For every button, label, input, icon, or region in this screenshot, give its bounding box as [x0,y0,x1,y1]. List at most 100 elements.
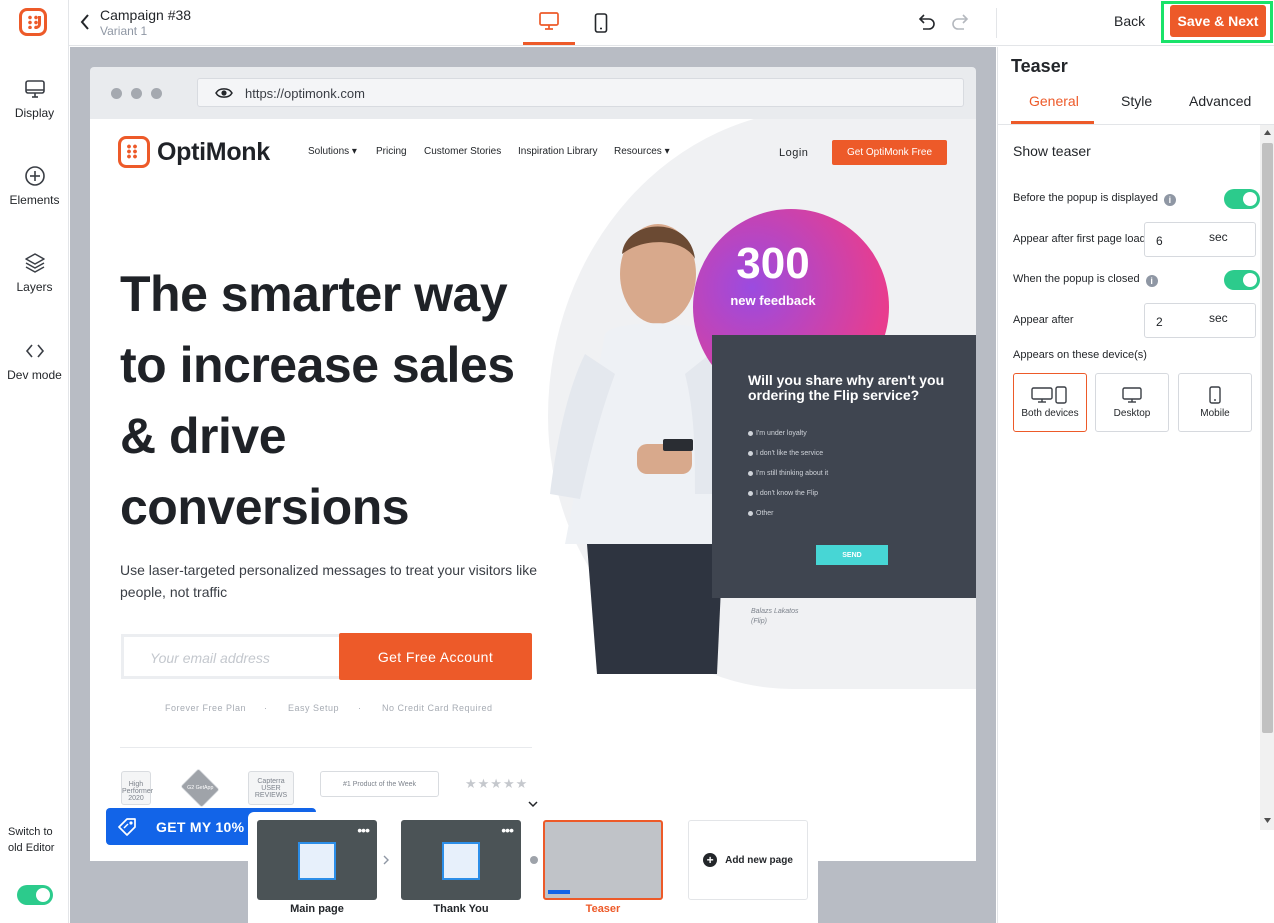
campaign-variant: Variant 1 [100,24,148,38]
optimonk-site-logo-icon[interactable] [118,136,150,168]
get-optimonk-free-button[interactable]: Get OptiMonk Free [832,140,947,165]
code-icon [25,344,44,358]
browser-bar: https://optimonk.com [90,67,976,119]
badge-capterra: Capterra USER REVIEWS [248,771,294,805]
panel-title: Teaser [1011,56,1068,76]
scroll-up-icon[interactable] [1264,130,1271,135]
survey-option: Other [748,510,774,517]
when-closed-row: When the popup is closed i [1013,273,1158,287]
device-desktop-label: Desktop [1113,408,1151,419]
page-preview-image [442,842,480,880]
tab-advanced[interactable]: Advanced [1189,93,1251,109]
add-new-page-button[interactable]: + Add new page [688,820,808,900]
nav-solutions[interactable]: Solutions ▾ [308,146,357,157]
appear-after-load-value: 6 [1156,234,1163,248]
add-new-page-label: Add new page [725,854,793,866]
redo-icon[interactable] [951,13,969,31]
devices-label: Appears on these device(s) [1013,349,1147,361]
desktop-view-tab[interactable] [523,0,575,45]
info-icon[interactable]: i [1145,275,1158,287]
feature-no-credit-card: No Credit Card Required [382,703,493,713]
page-label-teaser: Teaser [585,903,621,915]
when-closed-label: When the popup is closed [1013,273,1140,285]
when-closed-toggle[interactable] [1224,270,1260,290]
scrollbar-thumb[interactable] [1262,143,1273,733]
nav-inspiration-library[interactable]: Inspiration Library [518,146,597,157]
appear-after-load-unit: sec [1209,230,1228,244]
window-dot-3 [151,88,162,99]
rail-layers[interactable]: Layers [0,252,69,294]
teaser-preview-mark [548,890,570,894]
device-both-option[interactable]: Both devices [1013,373,1087,432]
feature-separator-2: · [358,703,362,713]
save-next-button[interactable]: Save & Next [1170,5,1266,37]
back-button[interactable]: Back [1114,13,1145,29]
tab-style[interactable]: Style [1121,93,1152,109]
info-icon[interactable]: i [1163,194,1176,206]
old-editor-label: Switch to old Editor [8,826,55,854]
panel-scrollbar[interactable] [1260,125,1274,830]
site-login-link[interactable]: Login [779,147,808,159]
rail-layers-label: Layers [16,280,53,294]
eye-icon [215,88,233,98]
chevron-right-icon [383,855,389,865]
layers-icon [24,253,45,273]
before-popup-toggle[interactable] [1224,189,1260,209]
survey-option: I'm still thinking about it [747,470,829,477]
website-preview: OptiMonk Solutions ▾ Pricing Customer St… [90,119,976,861]
undo-icon[interactable] [918,13,936,31]
left-rail: Display Elements Layers Dev mode Switch … [0,0,69,923]
tab-general[interactable]: General [1029,93,1079,109]
device-mobile-option[interactable]: Mobile [1178,373,1252,432]
signature-name: Balazs Lakatos [751,608,799,615]
monitor-icon [24,80,45,98]
survey-option: I don't know the Flip [747,490,819,497]
tabs-divider [998,124,1274,125]
plus-icon: + [703,853,718,867]
desktop-icon [1122,387,1142,403]
nav-customer-stories[interactable]: Customer Stories [424,146,501,157]
nav-pricing[interactable]: Pricing [376,146,407,157]
scroll-down-icon[interactable] [1264,818,1271,823]
mobile-icon [594,12,608,33]
page-thumb-teaser[interactable] [543,820,663,900]
editor-canvas: https://optimonk.com OptiMonk Solutions … [70,47,996,923]
feature-separator-1: · [264,703,268,713]
appear-after-input[interactable]: 2 sec [1144,303,1256,338]
email-input[interactable]: Your email address [121,634,343,679]
url-bar[interactable]: https://optimonk.com [197,78,964,107]
page-label-thank-you: Thank You [433,903,489,915]
nav-resources-label: Resources [614,146,662,157]
back-chevron-icon[interactable] [79,13,91,31]
hero-subtext: Use laser-targeted personalized messages… [120,562,538,600]
testimonial-signature: Balazs Lakatos (Flip) [751,607,798,627]
hero-headline: The smarter way to increase sales & driv… [120,266,515,535]
top-bar: Campaign #38 Variant 1 Back Save & Next [69,0,1274,46]
optimonk-logo-icon[interactable] [19,8,47,36]
mobile-view-tab[interactable] [575,0,627,45]
survey-option: I'm under loyalty [748,430,807,437]
device-mobile-label: Mobile [1200,408,1230,419]
device-desktop-option[interactable]: Desktop [1095,373,1169,432]
badge-high-performer: High Performer 2020 [121,771,153,805]
nav-resources[interactable]: Resources ▾ [614,146,670,157]
rail-display[interactable]: Display [0,78,69,120]
site-brand[interactable]: OptiMonk [157,138,270,167]
old-editor-toggle[interactable] [17,885,53,905]
get-free-account-button[interactable]: Get Free Account [339,633,532,680]
settings-panel: Teaser General Style Advanced Show tease… [997,47,1274,923]
appear-after-value: 2 [1156,315,1163,329]
appear-after-load-input[interactable]: 6 sec [1144,222,1256,257]
stat-label: new feedback [730,293,816,308]
page-thumb-main[interactable]: ••• [257,820,377,900]
device-both-label: Both devices [1021,408,1079,419]
page-thumb-thank-you[interactable]: ••• [401,820,521,900]
more-icon[interactable]: ••• [357,822,370,838]
header-divider [996,8,997,38]
rail-dev-mode[interactable]: Dev mode [0,340,69,382]
survey-send-button: SEND [816,545,888,565]
more-icon[interactable]: ••• [501,822,514,838]
feature-easy-setup: Easy Setup [288,703,340,713]
badge-getapp: G2 GetApp [180,768,220,808]
rail-elements[interactable]: Elements [0,165,69,207]
